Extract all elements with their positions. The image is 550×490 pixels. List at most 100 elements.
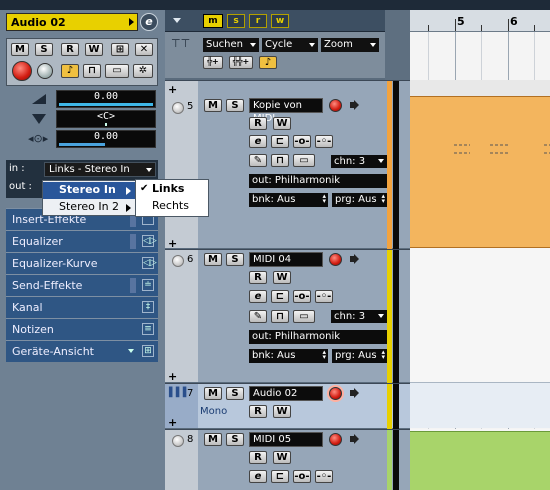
read-button[interactable]: R — [249, 271, 267, 284]
global-solo-button[interactable]: s — [227, 14, 245, 28]
speaker-icon[interactable] — [350, 434, 359, 444]
eq-curve-icon[interactable]: ◁▷ — [142, 257, 157, 269]
monitor-button[interactable] — [37, 63, 53, 79]
menu-item-stereo-in[interactable]: Stereo In — [43, 182, 135, 199]
speaker-icon[interactable] — [350, 100, 359, 110]
settings-button[interactable]: ✲ — [133, 64, 153, 78]
mute-button[interactable]: M — [204, 387, 222, 400]
spin-icon[interactable]: ▴ ▾ — [381, 349, 385, 361]
pan-field[interactable]: <C> — [56, 110, 156, 128]
solo-button[interactable]: S — [226, 99, 244, 112]
input-routing-select[interactable]: Links - Stereo In — [44, 162, 156, 177]
mute-button[interactable]: M — [204, 433, 222, 446]
read-button[interactable]: R — [249, 117, 267, 130]
lock-button[interactable]: ⊓ — [271, 310, 289, 323]
lanes-button[interactable]: ▭ — [293, 154, 315, 167]
bank-select[interactable]: bnk: Aus ▴ ▾ — [249, 193, 328, 207]
note-mode-button[interactable]: ♪ — [259, 56, 277, 69]
read-button[interactable]: R — [249, 451, 267, 464]
solo-button[interactable]: S — [226, 387, 244, 400]
solo-button[interactable]: S — [35, 43, 53, 56]
eq-button[interactable]: -◦- — [315, 290, 333, 303]
spin-icon[interactable]: ▴ ▾ — [381, 193, 385, 205]
global-write-button[interactable]: w — [271, 14, 289, 28]
send-button[interactable]: -o- — [293, 135, 311, 148]
program-select[interactable]: prg: Aus ▴ ▾ — [332, 349, 387, 363]
cycle-select[interactable]: Cycle — [262, 38, 318, 52]
expand-plus-icon[interactable]: + — [168, 416, 177, 429]
track-knob[interactable] — [172, 435, 184, 447]
track-lane-selected[interactable] — [410, 382, 550, 428]
search-select[interactable]: Suchen — [203, 38, 259, 52]
section-channel[interactable]: Kanal ‡ — [6, 296, 158, 318]
track-knob[interactable] — [172, 255, 184, 267]
filter-icon[interactable]: ⊤⊤ — [171, 37, 190, 50]
record-button[interactable] — [329, 99, 342, 112]
lanes-button[interactable]: ▭ — [105, 64, 129, 78]
section-device-view[interactable]: Geräte-Ansicht ⊞ — [6, 340, 158, 362]
insert-button[interactable]: ⊏ — [271, 135, 289, 148]
inspector-track-name[interactable]: Audio 02 — [6, 13, 138, 31]
edit-button[interactable]: e — [249, 290, 267, 303]
edit-button[interactable]: e — [249, 135, 267, 148]
section-equalizer[interactable]: Equalizer ◁▷ — [6, 230, 158, 252]
read-button[interactable]: R — [61, 43, 79, 56]
section-send-effects[interactable]: Send-Effekte ≐ — [6, 274, 158, 296]
ruler[interactable]: 5 6 — [410, 10, 550, 32]
eq-button[interactable]: -◦- — [315, 135, 333, 148]
add-track-button[interactable]: ╬+ — [203, 56, 223, 69]
record-button[interactable] — [329, 433, 342, 446]
delay-slider[interactable] — [59, 143, 105, 146]
insert-button[interactable]: ⊏ — [271, 290, 289, 303]
menu-item-rechts[interactable]: Rechts — [136, 198, 208, 215]
edit-button[interactable]: e — [249, 470, 267, 483]
section-eq-curve[interactable]: Equalizer-Kurve ◁▷ — [6, 252, 158, 274]
menu-item-stereo-in-2[interactable]: Stereo In 2 — [43, 199, 135, 216]
midi-output-select[interactable]: out: Philharmonik — [249, 330, 387, 344]
track-name-field[interactable]: Kopie von MIDI — [249, 98, 323, 124]
expand-plus-icon[interactable]: + — [168, 83, 177, 96]
lane-button[interactable]: ✕ — [135, 43, 153, 56]
lanes-button[interactable]: ▭ — [293, 310, 315, 323]
section-notes[interactable]: Notizen ≡ — [6, 318, 158, 340]
channel-icon[interactable]: ‡ — [142, 301, 154, 313]
musical-mode-button[interactable]: ♪ — [61, 64, 79, 78]
write-button[interactable]: W — [273, 451, 291, 464]
write-button[interactable]: W — [273, 271, 291, 284]
zoom-select[interactable]: Zoom — [321, 38, 379, 52]
spin-icon[interactable]: ▴ ▾ — [322, 193, 326, 205]
speaker-icon[interactable] — [350, 254, 359, 264]
lock-button[interactable]: ⊓ — [271, 154, 289, 167]
program-select[interactable]: prg: Aus ▴ ▾ — [332, 193, 387, 207]
pencil-button[interactable]: ✎ — [249, 154, 267, 167]
notes-icon[interactable]: ≡ — [142, 323, 154, 335]
mute-button[interactable]: M — [204, 99, 222, 112]
pencil-button[interactable]: ✎ — [249, 310, 267, 323]
audio-part[interactable] — [410, 431, 550, 490]
eq-button[interactable]: -◦- — [315, 470, 333, 483]
chevron-down-icon[interactable] — [173, 18, 181, 23]
midi-part[interactable] — [410, 96, 550, 248]
delay-field[interactable]: 0.00 — [56, 130, 156, 148]
track-name-field[interactable]: Audio 02 — [249, 386, 323, 401]
send-button[interactable]: -o- — [293, 290, 311, 303]
eq-icon[interactable]: ◁▷ — [142, 235, 157, 247]
volume-fader[interactable] — [59, 103, 153, 106]
midi-channel-select[interactable]: chn: 3 — [331, 155, 387, 168]
device-icon[interactable]: ⊞ — [142, 345, 154, 357]
edit-channel-button[interactable]: e — [140, 13, 158, 31]
track-name-field[interactable]: MIDI 05 — [249, 432, 323, 447]
track-lane[interactable] — [410, 248, 550, 382]
midi-output-select[interactable]: out: Philharmonik — [249, 174, 387, 188]
bank-select[interactable]: bnk: Aus ▴ ▾ — [249, 349, 328, 363]
record-button-armed[interactable] — [329, 387, 342, 400]
write-button[interactable]: W — [85, 43, 103, 56]
mute-button[interactable]: M — [204, 253, 222, 266]
arrange-area[interactable]: 5 6 — [410, 10, 550, 490]
insert-button[interactable]: ⊏ — [271, 470, 289, 483]
midi-channel-select[interactable]: chn: 3 — [331, 310, 387, 323]
add-tracks-button[interactable]: ╬╬+ — [229, 56, 253, 69]
lock-button[interactable]: ⊓ — [83, 64, 101, 78]
send-button[interactable]: -o- — [293, 470, 311, 483]
global-mute-button[interactable]: m — [203, 14, 223, 28]
